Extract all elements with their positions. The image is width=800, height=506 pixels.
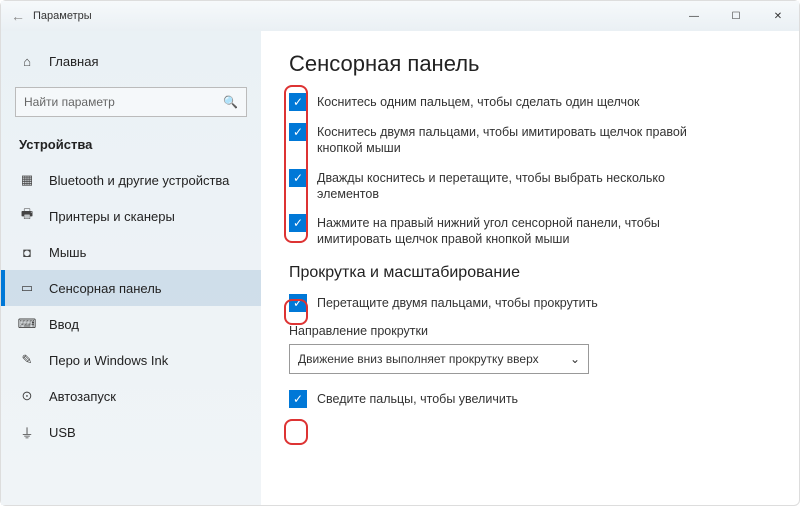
- sidebar-item-label: Автозапуск: [49, 389, 116, 404]
- direction-select[interactable]: Движение вниз выполняет прокрутку вверх …: [289, 344, 589, 374]
- highlight-annotation: [284, 299, 308, 325]
- option-tap-single[interactable]: Коснитесь одним пальцем, чтобы сделать о…: [289, 93, 729, 111]
- sidebar-category: Устройства: [1, 129, 261, 162]
- option-label: Сведите пальцы, чтобы увеличить: [317, 390, 518, 407]
- titlebar: ← Параметры — ☐ ✕: [1, 1, 799, 31]
- sidebar-item-label: Сенсорная панель: [49, 281, 162, 296]
- select-value: Движение вниз выполняет прокрутку вверх: [298, 352, 539, 366]
- highlight-annotation: [284, 85, 308, 243]
- option-tap-two[interactable]: Коснитесь двумя пальцами, чтобы имитиров…: [289, 123, 729, 157]
- direction-label: Направление прокрутки: [289, 324, 771, 338]
- sidebar-item-label: Мышь: [49, 245, 86, 260]
- pen-icon: ✎: [19, 352, 35, 368]
- main-panel: Сенсорная панель Коснитесь одним пальцем…: [261, 31, 799, 505]
- window-controls: — ☐ ✕: [673, 1, 799, 31]
- printer-icon: 🖶: [19, 205, 35, 227]
- option-label: Дважды коснитесь и перетащите, чтобы выб…: [317, 169, 729, 203]
- minimize-button[interactable]: —: [673, 1, 715, 31]
- sidebar-item-label: Перо и Windows Ink: [49, 353, 168, 368]
- sidebar-item-printers[interactable]: 🖶 Принтеры и сканеры: [1, 198, 261, 234]
- chevron-down-icon: ⌄: [570, 352, 580, 366]
- back-icon[interactable]: ←: [11, 8, 25, 24]
- autoplay-icon: ⊙: [19, 388, 35, 404]
- usb-icon: ⏚: [19, 423, 35, 442]
- window-title: Параметры: [33, 10, 92, 22]
- sidebar-item-bluetooth[interactable]: ▦ Bluetooth и другие устройства: [1, 162, 261, 198]
- option-scroll-drag[interactable]: Перетащите двумя пальцами, чтобы прокрут…: [289, 294, 729, 312]
- highlight-annotation: [284, 419, 308, 445]
- option-label: Нажмите на правый нижний угол сенсорной …: [317, 214, 729, 248]
- sidebar-item-touchpad[interactable]: ▭ Сенсорная панель: [1, 270, 261, 306]
- search-input[interactable]: Найти параметр 🔍: [15, 87, 247, 117]
- sidebar-home-label: Главная: [49, 54, 98, 69]
- sidebar-item-label: Bluetooth и другие устройства: [49, 173, 229, 188]
- keyboard-icon: ⌨: [19, 316, 35, 332]
- sidebar-item-autoplay[interactable]: ⊙ Автозапуск: [1, 378, 261, 414]
- search-icon: 🔍: [223, 95, 238, 109]
- sidebar-item-pen[interactable]: ✎ Перо и Windows Ink: [1, 342, 261, 378]
- touchpad-icon: ▭: [19, 280, 35, 296]
- option-double-tap-drag[interactable]: Дважды коснитесь и перетащите, чтобы выб…: [289, 169, 729, 203]
- option-label: Перетащите двумя пальцами, чтобы прокрут…: [317, 294, 598, 311]
- sidebar-item-label: Принтеры и сканеры: [49, 209, 175, 224]
- mouse-icon: ◘: [19, 245, 35, 260]
- option-pinch-zoom[interactable]: Сведите пальцы, чтобы увеличить: [289, 390, 729, 408]
- sidebar: ⌂ Главная Найти параметр 🔍 Устройства ▦ …: [1, 31, 261, 505]
- sidebar-item-label: USB: [49, 425, 76, 440]
- sidebar-item-usb[interactable]: ⏚ USB: [1, 414, 261, 450]
- close-button[interactable]: ✕: [757, 1, 799, 31]
- sidebar-item-label: Ввод: [49, 317, 79, 332]
- page-title: Сенсорная панель: [289, 51, 771, 77]
- sidebar-home[interactable]: ⌂ Главная: [1, 43, 261, 79]
- option-label: Коснитесь двумя пальцами, чтобы имитиров…: [317, 123, 729, 157]
- home-icon: ⌂: [19, 54, 35, 69]
- sidebar-item-mouse[interactable]: ◘ Мышь: [1, 234, 261, 270]
- maximize-button[interactable]: ☐: [715, 1, 757, 31]
- sidebar-item-typing[interactable]: ⌨ Ввод: [1, 306, 261, 342]
- checkbox-icon[interactable]: [289, 390, 307, 408]
- bluetooth-icon: ▦: [19, 172, 35, 188]
- option-right-corner[interactable]: Нажмите на правый нижний угол сенсорной …: [289, 214, 729, 248]
- search-placeholder: Найти параметр: [24, 95, 115, 109]
- scroll-heading: Прокрутка и масштабирование: [289, 264, 771, 282]
- option-label: Коснитесь одним пальцем, чтобы сделать о…: [317, 93, 640, 110]
